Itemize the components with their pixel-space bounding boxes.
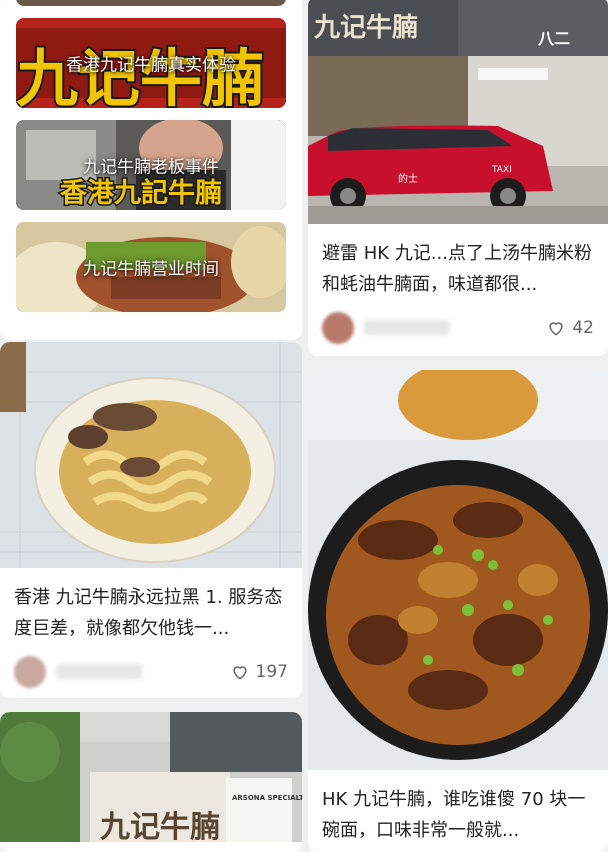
like-button[interactable]: 42 <box>546 318 594 338</box>
heart-icon <box>549 322 563 336</box>
post-image: 九记牛腩 ARSONA SPECIALTY STORE <box>0 712 302 842</box>
post-meta: 42 <box>322 312 594 348</box>
avatar[interactable] <box>322 312 354 344</box>
post-image: 九记牛腩 八二 TAXI 的士 <box>308 0 608 224</box>
heart-icon <box>232 666 247 680</box>
avatar[interactable] <box>14 656 46 688</box>
username-blurred[interactable] <box>364 320 450 335</box>
collection-tile-2[interactable]: 香港九記牛腩 九记牛腩老板事件 <box>16 120 286 210</box>
svg-text:TAXI: TAXI <box>491 165 512 175</box>
svg-text:ARSONA SPECIALTY STORE: ARSONA SPECIALTY STORE <box>232 794 302 802</box>
collection-tile-1[interactable]: 九记牛腩 香港九记牛腩真实体验 <box>16 18 286 108</box>
like-count: 197 <box>255 662 288 682</box>
collection-top-strip <box>16 0 286 6</box>
post-image <box>308 370 608 770</box>
svg-text:香港九記牛腩: 香港九記牛腩 <box>60 177 222 209</box>
collection-tile-label: 香港九记牛腩真实体验 <box>66 55 236 76</box>
post-card[interactable]: 九记牛腩 八二 TAXI 的士 避雷 HK 九记...点了上汤牛腩米粉和蚝油牛腩… <box>308 0 608 356</box>
collection-tile-label: 九记牛腩营业时间 <box>83 259 219 280</box>
username-blurred[interactable] <box>56 664 142 679</box>
post-meta: 197 <box>14 656 288 692</box>
svg-text:的士: 的士 <box>398 172 418 185</box>
svg-text:九记牛腩: 九记牛腩 <box>313 13 418 43</box>
post-card[interactable]: 香港 九记牛腩永远拉黑 1. 服务态度巨差，就像都欠他钱一... 197 <box>0 342 302 698</box>
svg-text:八二: 八二 <box>537 29 570 48</box>
post-image <box>0 342 302 568</box>
post-title: HK 九记牛腩，谁吃谁傻 70 块一碗面，口味非常一般就... <box>322 789 586 841</box>
like-button[interactable]: 197 <box>230 662 288 682</box>
post-card[interactable]: 九记牛腩 ARSONA SPECIALTY STORE <box>0 712 302 852</box>
collection-tile-3[interactable]: 九记牛腩营业时间 <box>16 222 286 312</box>
post-card[interactable]: HK 九记牛腩，谁吃谁傻 70 块一碗面，口味非常一般就... <box>308 370 608 852</box>
post-title: 避雷 HK 九记...点了上汤牛腩米粉和蚝油牛腩面，味道都很... <box>322 243 592 295</box>
collection-tile-label: 九记牛腩老板事件 <box>83 157 219 178</box>
collection-card[interactable]: 九记牛腩 香港九记牛腩真实体验 香港九記牛腩 九记牛腩老板事件 九记牛腩营业时间 <box>0 0 302 340</box>
svg-text:九记牛腩: 九记牛腩 <box>100 810 220 842</box>
like-count: 42 <box>572 318 594 338</box>
post-title: 香港 九记牛腩永远拉黑 1. 服务态度巨差，就像都欠他钱一... <box>14 587 283 639</box>
